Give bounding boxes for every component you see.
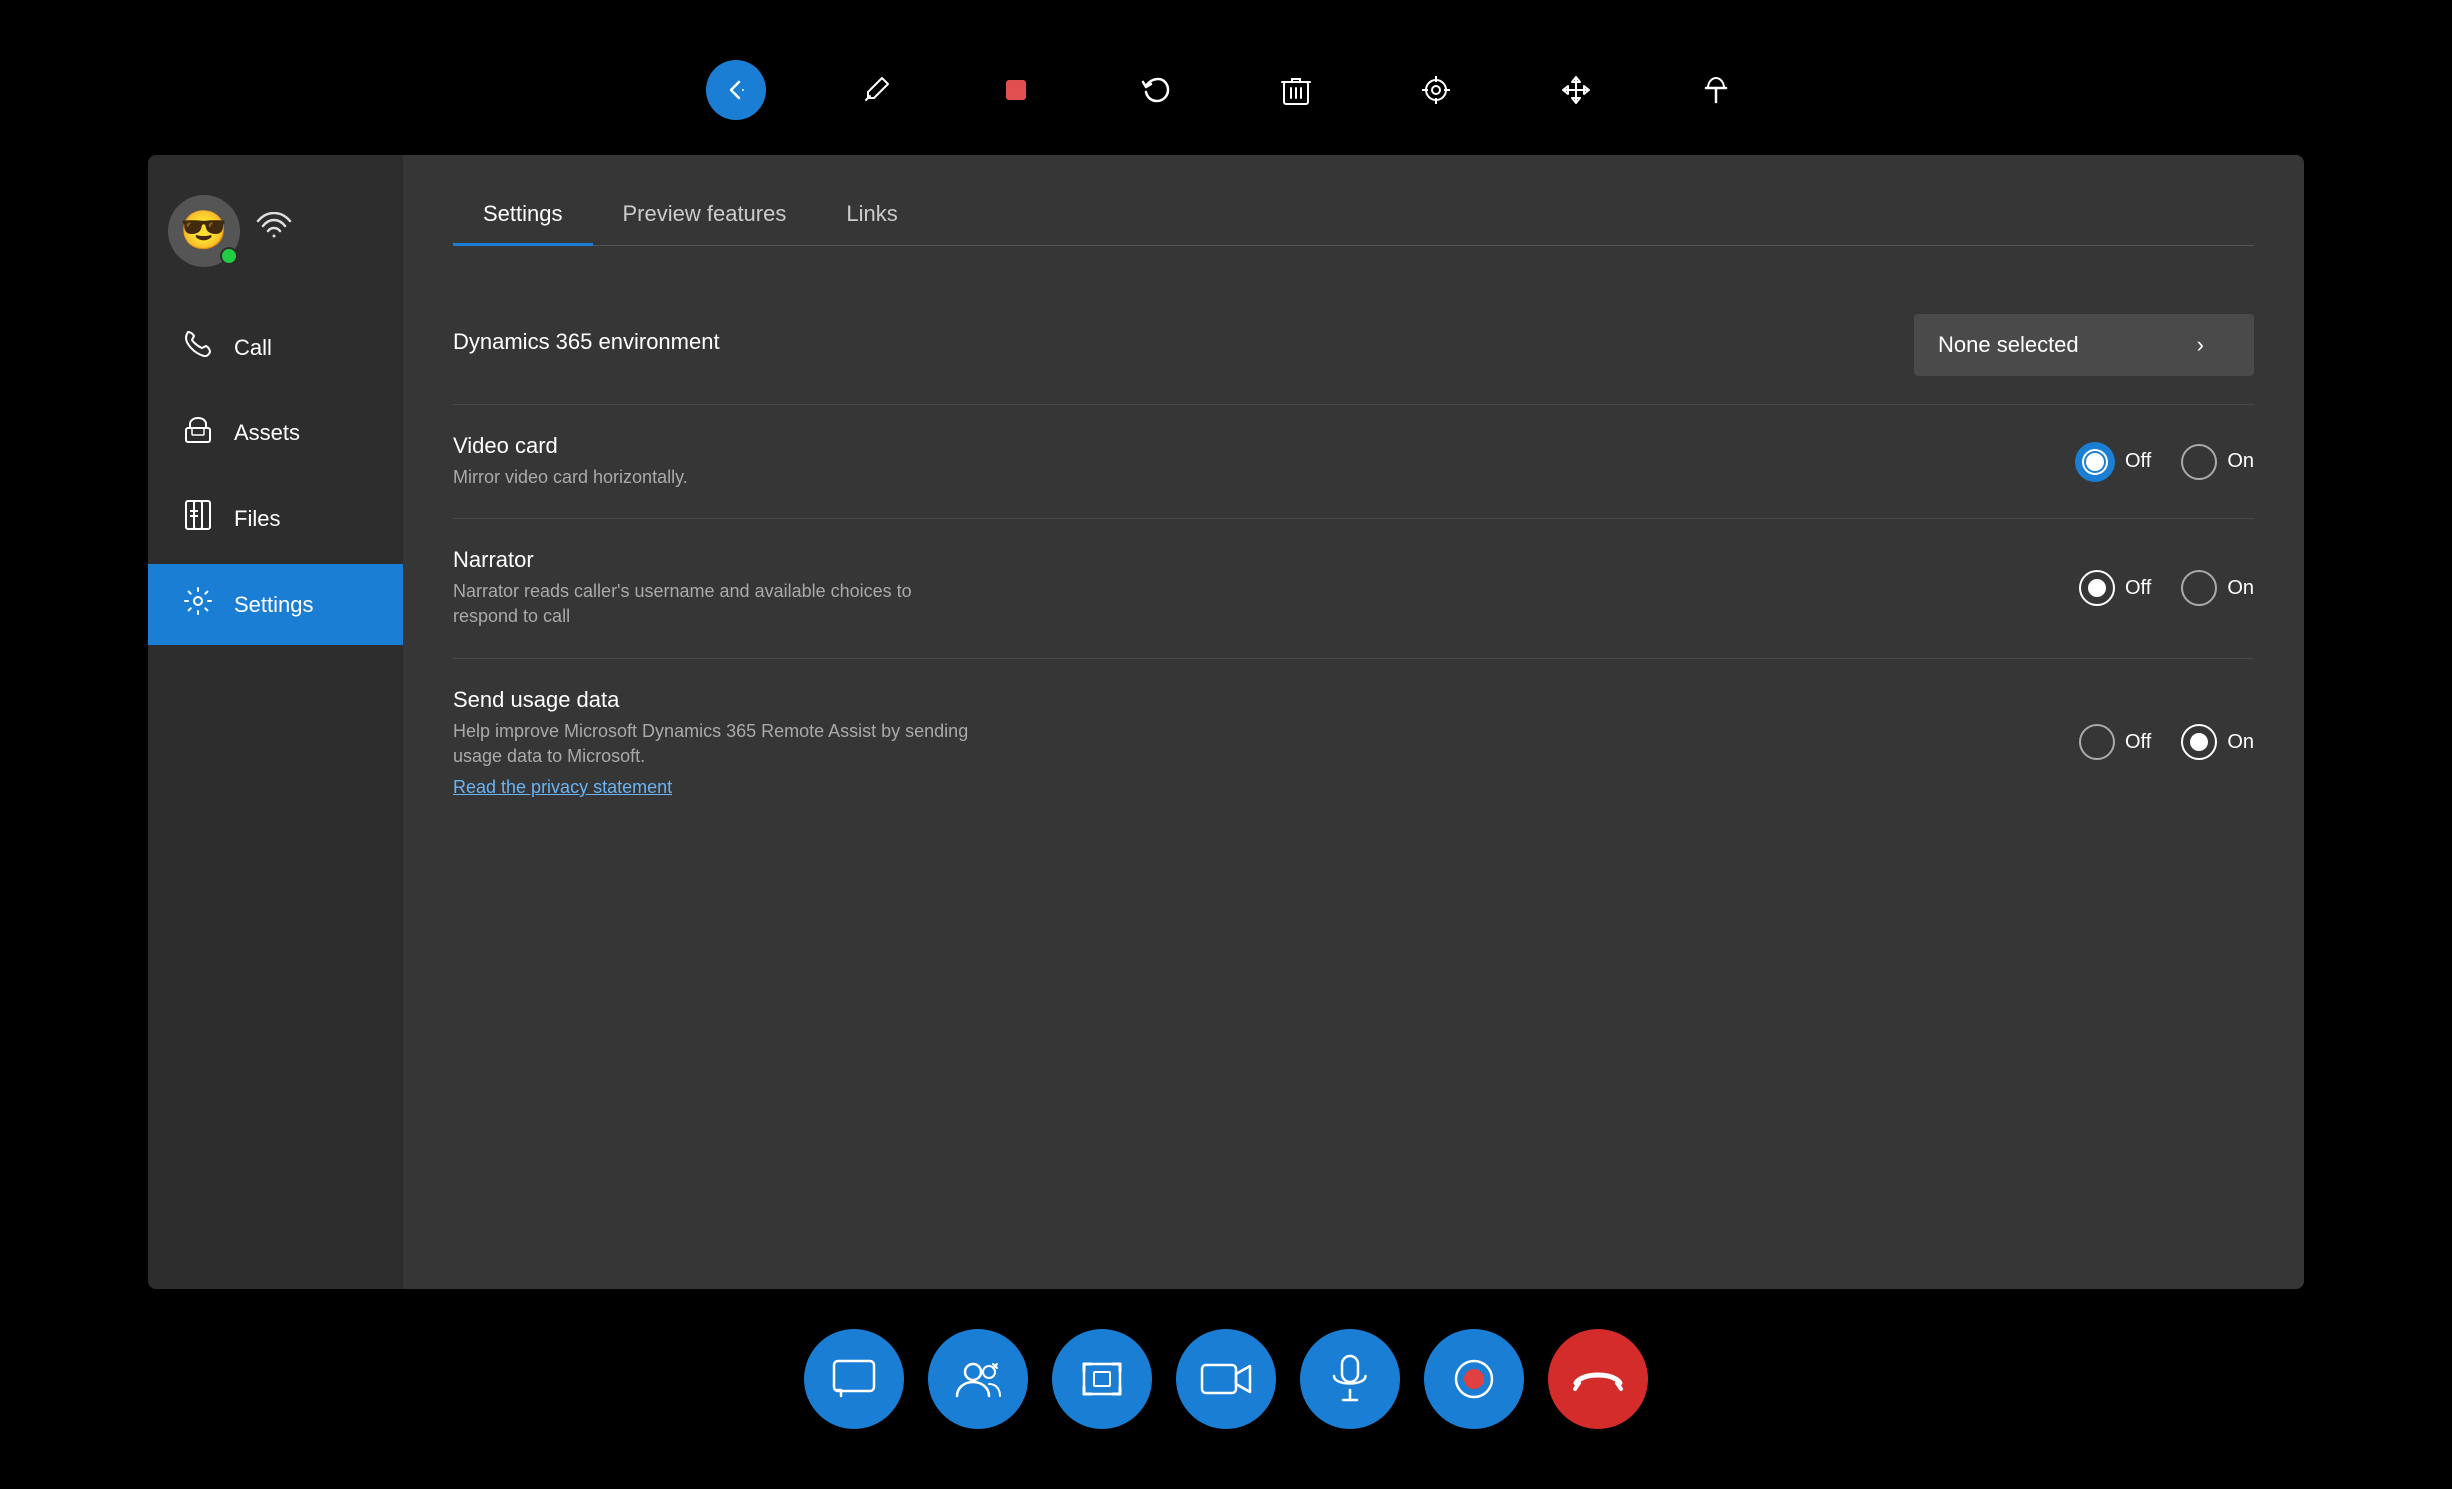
send-usage-off-label: Off <box>2125 731 2151 754</box>
send-usage-off-radio[interactable] <box>2079 724 2115 760</box>
nav-items: Call Assets <box>148 307 403 1289</box>
video-card-on-radio[interactable] <box>2181 444 2217 480</box>
connection-icon <box>256 212 292 250</box>
stop-button[interactable] <box>986 60 1046 120</box>
narrator-label-area: Narrator Narrator reads caller's usernam… <box>453 547 2079 629</box>
back-button[interactable] <box>706 60 766 120</box>
video-card-desc: Mirror video card horizontally. <box>453 465 973 490</box>
sidebar-item-assets[interactable]: Assets <box>156 392 395 473</box>
narrator-off-radio[interactable] <box>2079 570 2115 606</box>
avatar: 😎 <box>168 195 240 267</box>
send-usage-on-option[interactable]: On <box>2181 724 2254 760</box>
tab-preview[interactable]: Preview features <box>593 185 817 246</box>
main-panel: 😎 Call <box>148 155 2304 1289</box>
send-usage-desc: Help improve Microsoft Dynamics 365 Remo… <box>453 719 973 769</box>
dynamics-env-title: Dynamics 365 environment <box>453 329 1914 355</box>
undo-button[interactable] <box>1126 60 1186 120</box>
dynamics-env-value: None selected <box>1938 332 2079 358</box>
video-card-row: Video card Mirror video card horizontall… <box>453 405 2254 519</box>
video-button[interactable] <box>1176 1329 1276 1429</box>
delete-button[interactable] <box>1266 60 1326 120</box>
dropdown-arrow-icon: › <box>2197 332 2204 358</box>
record-button[interactable] <box>1424 1329 1524 1429</box>
move-button[interactable] <box>1546 60 1606 120</box>
narrator-on-radio[interactable] <box>2181 570 2217 606</box>
sidebar-item-settings-label: Settings <box>234 592 314 618</box>
video-card-off-option[interactable]: Off <box>2075 442 2151 482</box>
call-icon <box>180 329 216 366</box>
narrator-off-option[interactable]: Off <box>2079 570 2151 606</box>
assets-icon <box>180 414 216 451</box>
sidebar-item-settings[interactable]: Settings <box>148 564 403 645</box>
narrator-row: Narrator Narrator reads caller's usernam… <box>453 519 2254 658</box>
participants-button[interactable] <box>928 1329 1028 1429</box>
dynamics-env-label-area: Dynamics 365 environment <box>453 329 1914 361</box>
settings-icon <box>180 586 216 623</box>
send-usage-on-radio[interactable] <box>2181 724 2217 760</box>
narrator-on-option[interactable]: On <box>2181 570 2254 606</box>
screenshot-button[interactable] <box>1052 1329 1152 1429</box>
dynamics-env-dropdown[interactable]: None selected › <box>1914 314 2254 376</box>
tab-links[interactable]: Links <box>816 185 927 246</box>
narrator-on-label: On <box>2227 577 2254 600</box>
pin-button[interactable] <box>1686 60 1746 120</box>
tabs: Settings Preview features Links <box>453 185 2254 246</box>
dynamics-env-controls: None selected › <box>1914 314 2254 376</box>
video-card-controls: Off On <box>2075 442 2254 482</box>
end-call-button[interactable] <box>1548 1329 1648 1429</box>
video-card-off-radio[interactable] <box>2075 442 2115 482</box>
send-usage-off-option[interactable]: Off <box>2079 724 2151 760</box>
narrator-controls: Off On <box>2079 570 2254 606</box>
top-toolbar <box>706 60 1746 120</box>
narrator-desc: Narrator reads caller's username and ava… <box>453 579 973 629</box>
dynamics-env-row: Dynamics 365 environment None selected › <box>453 286 2254 405</box>
chat-button[interactable] <box>804 1329 904 1429</box>
pen-tool[interactable] <box>846 60 906 120</box>
mic-button[interactable] <box>1300 1329 1400 1429</box>
video-card-title: Video card <box>453 433 2075 459</box>
tab-settings[interactable]: Settings <box>453 185 593 246</box>
send-usage-row: Send usage data Help improve Microsoft D… <box>453 659 2254 826</box>
send-usage-title: Send usage data <box>453 687 2079 713</box>
settings-section: Dynamics 365 environment None selected ›… <box>453 286 2254 826</box>
user-area: 😎 <box>148 175 403 307</box>
target-button[interactable] <box>1406 60 1466 120</box>
sidebar-item-files-label: Files <box>234 506 280 532</box>
sidebar-item-call[interactable]: Call <box>156 307 395 388</box>
send-usage-on-label: On <box>2227 731 2254 754</box>
sidebar-item-assets-label: Assets <box>234 420 300 446</box>
online-badge <box>220 247 238 265</box>
sidebar-item-call-label: Call <box>234 335 272 361</box>
narrator-title: Narrator <box>453 547 2079 573</box>
files-icon <box>180 499 216 538</box>
send-usage-controls: Off On <box>2079 724 2254 760</box>
video-card-on-option[interactable]: On <box>2181 444 2254 480</box>
send-usage-label-area: Send usage data Help improve Microsoft D… <box>453 687 2079 798</box>
video-card-off-label: Off <box>2125 450 2151 473</box>
privacy-link[interactable]: Read the privacy statement <box>453 777 2079 798</box>
content-area: Settings Preview features Links Dynamics… <box>403 155 2304 1289</box>
sidebar: 😎 Call <box>148 155 403 1289</box>
narrator-off-label: Off <box>2125 577 2151 600</box>
sidebar-item-files[interactable]: Files <box>156 477 395 560</box>
bottom-toolbar <box>804 1329 1648 1429</box>
video-card-on-label: On <box>2227 450 2254 473</box>
video-card-label-area: Video card Mirror video card horizontall… <box>453 433 2075 490</box>
